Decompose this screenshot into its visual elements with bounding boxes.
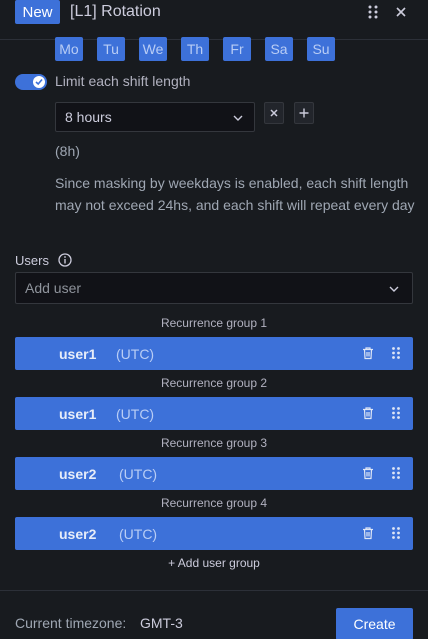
recurrence-group-label: Recurrence group 4 xyxy=(160,496,268,510)
clear-shift-button[interactable] xyxy=(264,102,284,124)
user-name: user1 xyxy=(59,346,97,362)
weekday-su[interactable]: Su xyxy=(307,37,335,61)
user-row[interactable]: user1 (UTC) xyxy=(15,397,413,430)
timezone-value: GMT-3 xyxy=(140,615,183,631)
drag-handle-icon[interactable] xyxy=(389,406,403,420)
trash-icon[interactable] xyxy=(361,346,375,360)
user-timezone: (UTC) xyxy=(116,346,155,362)
recurrence-group-label: Recurrence group 3 xyxy=(160,436,268,450)
drawer-header: New [L1] Rotation xyxy=(0,0,428,40)
user-timezone: (UTC) xyxy=(119,466,158,482)
add-shift-button[interactable] xyxy=(294,102,314,124)
add-user-select[interactable]: Add user xyxy=(15,272,413,304)
drag-handle-icon[interactable] xyxy=(389,466,403,480)
rotation-title: [L1] Rotation xyxy=(70,3,161,20)
check-icon xyxy=(33,76,45,88)
users-label: Users xyxy=(15,253,49,268)
weekday-tu[interactable]: Tu xyxy=(97,37,125,61)
user-timezone: (UTC) xyxy=(119,526,158,542)
limit-shift-toggle[interactable] xyxy=(15,74,47,90)
chevron-down-icon xyxy=(232,112,244,124)
user-timezone: (UTC) xyxy=(116,406,155,422)
trash-icon[interactable] xyxy=(361,466,375,480)
user-row[interactable]: user2 (UTC) xyxy=(15,517,413,550)
timezone-label: Current timezone: xyxy=(15,615,127,631)
weekday-sa[interactable]: Sa xyxy=(265,37,293,61)
weekday-fr[interactable]: Fr xyxy=(223,37,251,61)
weekday-mo[interactable]: Mo xyxy=(55,37,83,61)
recurrence-group-label: Recurrence group 1 xyxy=(160,316,268,330)
user-row[interactable]: user1 (UTC) xyxy=(15,337,413,370)
new-badge: New xyxy=(15,0,60,24)
trash-icon[interactable] xyxy=(361,406,375,420)
user-name: user2 xyxy=(59,466,97,482)
user-name: user1 xyxy=(59,406,97,422)
shift-hours-note: (8h) xyxy=(55,143,80,159)
plus-icon xyxy=(299,108,309,118)
trash-icon[interactable] xyxy=(361,526,375,540)
close-icon[interactable] xyxy=(393,4,409,20)
weekday-mask-note: Since masking by weekdays is enabled, ea… xyxy=(55,175,415,213)
add-user-placeholder: Add user xyxy=(25,280,82,296)
drawer-footer: Current timezone: GMT-3 Create xyxy=(0,590,428,639)
shift-length-select[interactable]: 8 hours xyxy=(55,102,255,132)
user-name: user2 xyxy=(59,526,97,542)
weekday-th[interactable]: Th xyxy=(181,37,209,61)
add-user-group-button[interactable]: + Add user group xyxy=(0,556,428,570)
create-button[interactable]: Create xyxy=(336,608,413,639)
recurrence-group-label: Recurrence group 2 xyxy=(160,376,268,390)
info-icon[interactable] xyxy=(58,253,72,267)
chevron-down-icon xyxy=(388,283,400,295)
shift-length-value: 8 hours xyxy=(65,109,112,125)
drag-handle-icon[interactable] xyxy=(365,4,381,20)
close-icon xyxy=(270,109,278,117)
weekday-we[interactable]: We xyxy=(139,37,167,61)
user-row[interactable]: user2 (UTC) xyxy=(15,457,413,490)
drag-handle-icon[interactable] xyxy=(389,346,403,360)
drag-handle-icon[interactable] xyxy=(389,526,403,540)
limit-shift-label: Limit each shift length xyxy=(55,73,191,89)
